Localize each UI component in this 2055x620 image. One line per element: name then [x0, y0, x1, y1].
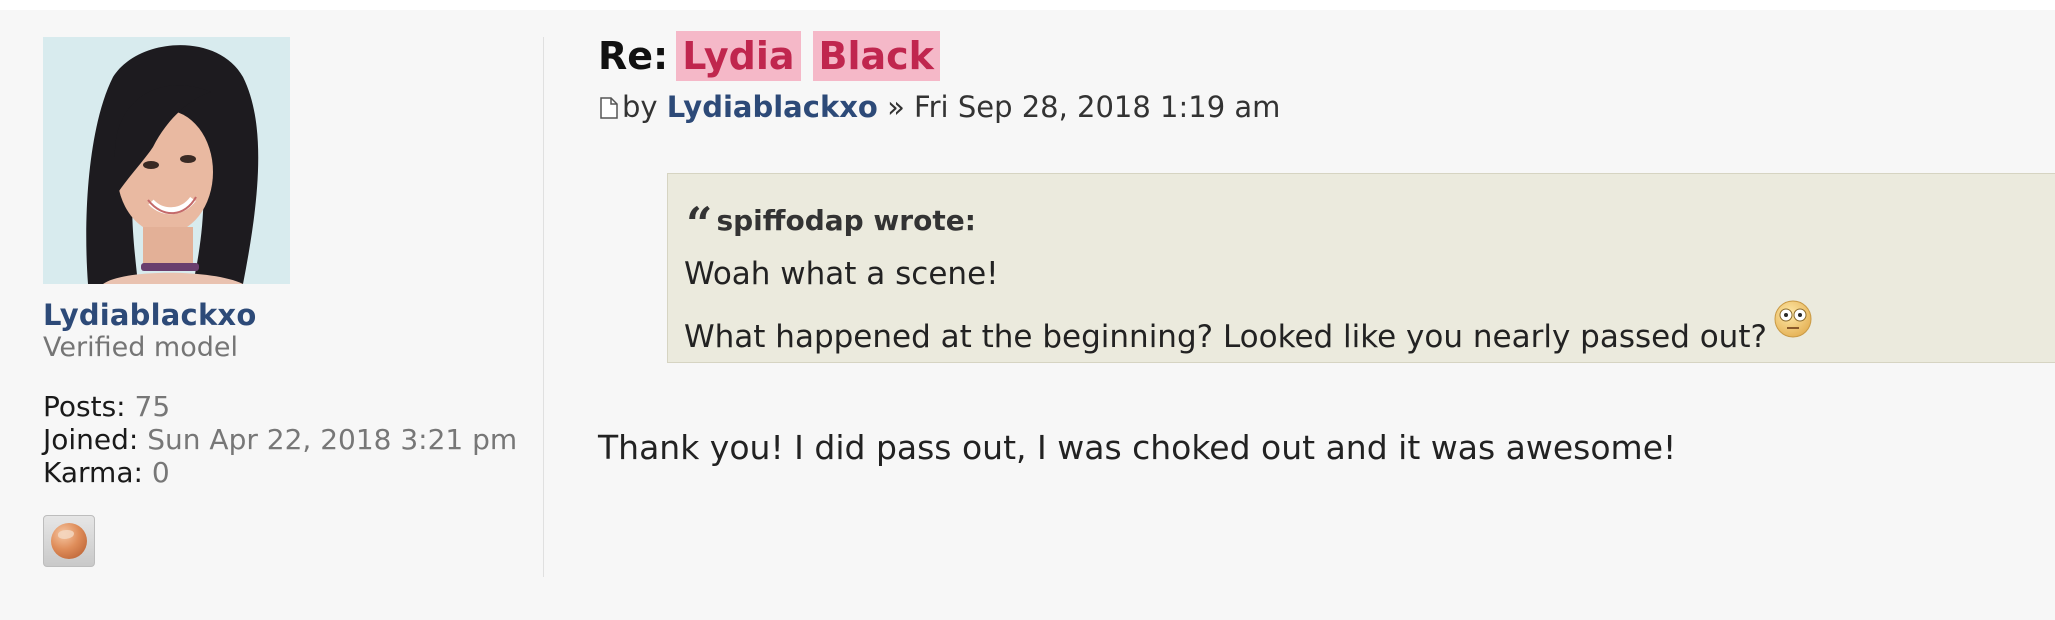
by-label: by: [622, 90, 658, 124]
page-icon[interactable]: [600, 92, 618, 119]
post-author-link[interactable]: Lydiablackxo: [667, 90, 878, 124]
avatar[interactable]: [43, 37, 290, 284]
column-divider: [543, 37, 544, 577]
karma-value: 0: [151, 456, 170, 489]
quote-line-with-smiley: What happened at the beginning? Looked l…: [684, 300, 1813, 355]
meta-separator: »: [887, 90, 905, 124]
posts-value[interactable]: 75: [135, 390, 171, 423]
joined-label: Joined:: [43, 423, 139, 456]
title-prefix: Re:: [598, 34, 669, 78]
website-button[interactable]: [43, 515, 95, 567]
eek-smiley-icon: [1773, 299, 1813, 339]
quote-line-text: What happened at the beginning? Looked l…: [684, 319, 1767, 355]
forum-post: Lydiablackxo Verified model Posts: 75 Jo…: [0, 10, 2055, 620]
title-highlight-word: Black: [812, 31, 940, 81]
profile-joined: Joined: Sun Apr 22, 2018 3:21 pm: [43, 423, 517, 456]
globe-icon: [51, 523, 87, 559]
post-body-text: Thank you! I did pass out, I was choked …: [598, 428, 1677, 467]
quote-line: Woah what a scene!: [684, 256, 999, 292]
post-date: Fri Sep 28, 2018 1:19 am: [914, 90, 1281, 124]
profile-username[interactable]: Lydiablackxo: [43, 298, 256, 332]
joined-value: Sun Apr 22, 2018 3:21 pm: [147, 423, 518, 456]
title-highlight-word: Lydia: [676, 31, 801, 81]
quote-block: “spiffodap wrote: Woah what a scene! Wha…: [667, 173, 2055, 363]
profile-karma: Karma: 0: [43, 456, 170, 489]
quote-author: spiffodap wrote:: [716, 204, 976, 237]
quote-header: “spiffodap wrote:: [686, 197, 976, 251]
post-meta: by Lydiablackxo » Fri Sep 28, 2018 1:19 …: [600, 90, 1280, 124]
post-title[interactable]: Re: Lydia Black: [598, 31, 940, 81]
karma-label: Karma:: [43, 456, 143, 489]
avatar-image: [43, 37, 290, 284]
profile-posts: Posts: 75: [43, 390, 170, 423]
profile-rank: Verified model: [43, 332, 238, 363]
posts-label: Posts:: [43, 390, 126, 423]
quote-mark-icon: “: [686, 197, 713, 251]
